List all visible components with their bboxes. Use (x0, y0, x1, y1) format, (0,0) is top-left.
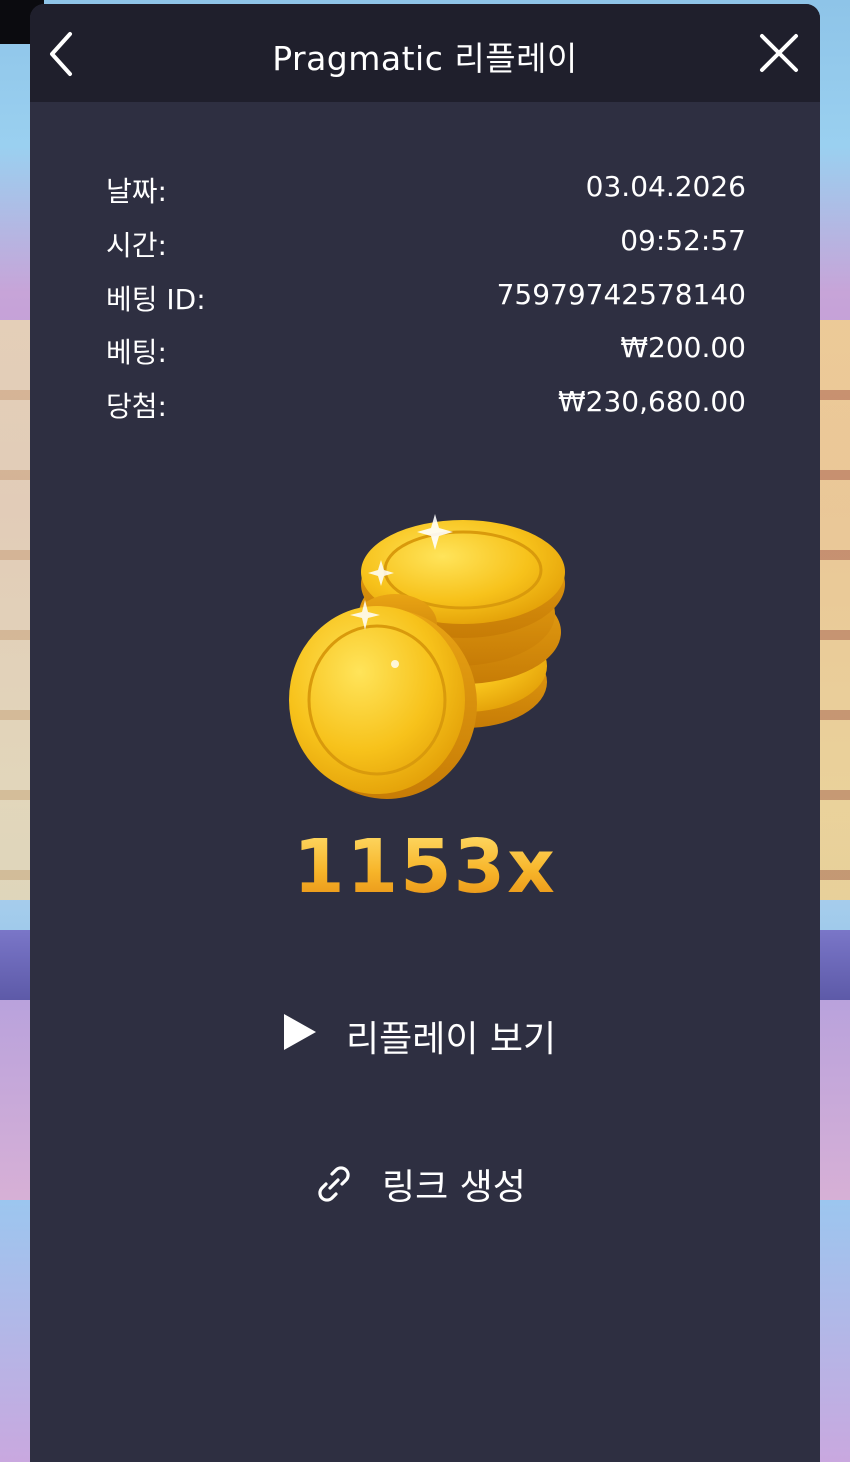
date-value: 03.04.2026 (585, 170, 746, 203)
watch-replay-button[interactable]: 리플레이 보기 (274, 1000, 584, 1066)
bet-id-value: 75979742578140 (496, 278, 746, 311)
gold-coins-icon (289, 514, 565, 799)
background-reel-right (820, 320, 850, 900)
detail-row-win: 당첨: ₩230,680.00 (106, 385, 746, 425)
detail-row-date: 날짜: 03.04.2026 (106, 170, 746, 210)
create-link-label: 링크 생성 (382, 1167, 526, 1208)
modal-header: Pragmatic 리플레이 (30, 4, 820, 102)
bet-value: ₩200.00 (620, 331, 746, 364)
detail-row-bet: 베팅: ₩200.00 (106, 331, 746, 371)
background-reel-left (0, 320, 30, 900)
play-icon (284, 1014, 316, 1050)
detail-row-bet-id: 베팅 ID: 75979742578140 (106, 278, 746, 318)
time-value: 09:52:57 (620, 224, 746, 257)
time-label: 시간: (106, 229, 167, 262)
win-multiplier: 1153x (30, 824, 820, 910)
link-icon (318, 1166, 350, 1202)
bet-label: 베팅: (106, 336, 167, 369)
win-label: 당첨: (106, 390, 167, 423)
close-icon (760, 34, 798, 72)
create-link-button[interactable]: 링크 생성 (312, 1150, 562, 1216)
win-value: ₩230,680.00 (557, 385, 746, 418)
modal-title: Pragmatic 리플레이 (272, 39, 578, 78)
watch-replay-label: 리플레이 보기 (346, 1019, 557, 1060)
replay-modal: Pragmatic 리플레이 날짜: 03.04.2026 시간: 09:52:… (30, 4, 820, 1462)
bet-id-label: 베팅 ID: (106, 283, 206, 316)
date-label: 날짜: (106, 175, 167, 208)
detail-row-time: 시간: 09:52:57 (106, 224, 746, 264)
close-button[interactable] (754, 28, 804, 78)
